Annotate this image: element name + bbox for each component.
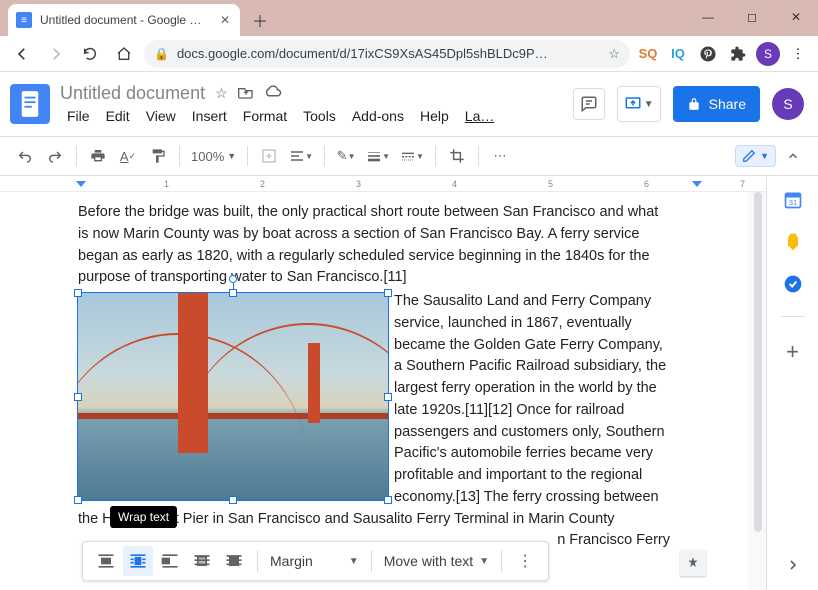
- profile-avatar-icon[interactable]: S: [756, 42, 780, 66]
- zoom-dropdown[interactable]: 100%▼: [188, 143, 239, 169]
- resize-handle-tm[interactable]: [229, 289, 237, 297]
- inline-text-button[interactable]: [91, 546, 121, 576]
- more-tools-button[interactable]: ⋯: [487, 143, 513, 169]
- document-page[interactable]: Before the bridge was built, the only pr…: [0, 192, 748, 590]
- move-doc-icon[interactable]: [238, 85, 254, 102]
- resize-handle-bm[interactable]: [229, 496, 237, 504]
- menu-help[interactable]: Help: [413, 106, 456, 126]
- window-titlebar: ≡ Untitled document - Google Docs ✕ ＋ — …: [0, 0, 818, 36]
- print-button[interactable]: [85, 143, 111, 169]
- url-text: docs.google.com/document/d/17ixCS9XsAS45…: [177, 46, 548, 61]
- share-label: Share: [709, 96, 746, 112]
- share-button[interactable]: Share: [673, 86, 760, 122]
- resize-handle-ml[interactable]: [74, 393, 82, 401]
- collapse-sidepanel-button[interactable]: [785, 557, 801, 578]
- image-options-bar: Margin▼ Move with text▼ ⋮: [82, 541, 549, 581]
- scroll-thumb[interactable]: [754, 192, 762, 532]
- close-tab-icon[interactable]: ✕: [218, 13, 232, 27]
- tab-title: Untitled document - Google Docs: [40, 13, 210, 27]
- inline-image[interactable]: [78, 293, 388, 500]
- docs-logo-icon[interactable]: [10, 84, 50, 124]
- indent-marker-right-icon[interactable]: [692, 181, 702, 187]
- docs-favicon-icon: ≡: [16, 12, 32, 28]
- close-window-button[interactable]: ✕: [774, 0, 818, 34]
- menu-edit[interactable]: Edit: [99, 106, 137, 126]
- extension-iq-icon[interactable]: IQ: [666, 42, 690, 66]
- indent-marker-left-icon[interactable]: [76, 181, 86, 187]
- explore-button[interactable]: [680, 550, 706, 576]
- lock-icon: [687, 97, 701, 111]
- lock-icon: 🔒: [154, 47, 169, 61]
- undo-button[interactable]: [12, 143, 38, 169]
- svg-text:31: 31: [788, 198, 796, 207]
- menu-file[interactable]: File: [60, 106, 97, 126]
- crop-button[interactable]: [444, 143, 470, 169]
- cloud-status-icon[interactable]: [264, 85, 282, 102]
- move-with-text-dropdown[interactable]: Move with text▼: [380, 553, 493, 569]
- side-panel: 31 +: [766, 176, 818, 590]
- menu-insert[interactable]: Insert: [185, 106, 234, 126]
- editing-mode-button[interactable]: ▼: [735, 145, 776, 167]
- add-addon-button[interactable]: +: [786, 339, 799, 365]
- extension-sq-icon[interactable]: SQ: [636, 42, 660, 66]
- behind-text-button[interactable]: [187, 546, 217, 576]
- spellcheck-button[interactable]: A✓: [115, 143, 141, 169]
- comments-button[interactable]: [573, 88, 605, 120]
- back-button[interactable]: [8, 40, 36, 68]
- line-dash-button[interactable]: ▼: [397, 143, 427, 169]
- minimize-button[interactable]: —: [686, 0, 730, 34]
- tasks-icon[interactable]: [783, 274, 803, 294]
- reload-button[interactable]: [76, 40, 104, 68]
- image-options-menu-button[interactable]: ⋮: [510, 546, 540, 576]
- menu-format[interactable]: Format: [236, 106, 294, 126]
- docs-toolbar: A✓ 100%▼ ▼ ✎▼ ▼ ▼ ⋯ ▼: [0, 136, 818, 176]
- horizontal-ruler[interactable]: 1 2 3 4 5 6 7: [0, 176, 766, 192]
- extension-pinterest-icon[interactable]: [696, 42, 720, 66]
- resize-handle-tl[interactable]: [74, 289, 82, 297]
- star-doc-icon[interactable]: ☆: [215, 85, 228, 102]
- new-tab-button[interactable]: ＋: [246, 6, 274, 34]
- paragraph-1[interactable]: Before the bridge was built, the only pr…: [78, 202, 670, 289]
- menu-view[interactable]: View: [139, 106, 183, 126]
- calendar-icon[interactable]: 31: [783, 190, 803, 210]
- maximize-button[interactable]: ◻: [730, 0, 774, 34]
- margin-dropdown[interactable]: Margin▼: [266, 553, 363, 569]
- menu-tools[interactable]: Tools: [296, 106, 343, 126]
- resize-handle-bl[interactable]: [74, 496, 82, 504]
- star-icon[interactable]: ☆: [608, 46, 620, 62]
- present-button[interactable]: ▼: [617, 86, 661, 122]
- extensions-icon[interactable]: [726, 42, 750, 66]
- align-button[interactable]: ▼: [286, 143, 316, 169]
- redo-button[interactable]: [42, 143, 68, 169]
- line-weight-button[interactable]: ▼: [363, 143, 393, 169]
- document-title[interactable]: Untitled document: [60, 83, 205, 104]
- line-color-button[interactable]: ✎▼: [333, 143, 359, 169]
- forward-button[interactable]: [42, 40, 70, 68]
- menu-bar: File Edit View Insert Format Tools Add-o…: [60, 106, 563, 126]
- wrap-text-button[interactable]: [123, 546, 153, 576]
- break-text-button[interactable]: [155, 546, 185, 576]
- wrap-text-tooltip: Wrap text: [110, 506, 177, 528]
- browser-tab[interactable]: ≡ Untitled document - Google Docs ✕: [8, 4, 240, 36]
- insert-image-button[interactable]: [256, 143, 282, 169]
- resize-handle-mr[interactable]: [384, 393, 392, 401]
- front-text-button[interactable]: [219, 546, 249, 576]
- menu-addons[interactable]: Add-ons: [345, 106, 411, 126]
- keep-icon[interactable]: [783, 232, 803, 252]
- home-button[interactable]: [110, 40, 138, 68]
- docs-header: Untitled document ☆ File Edit View Inser…: [0, 72, 818, 136]
- collapse-header-button[interactable]: [780, 143, 806, 169]
- image-content: [78, 293, 388, 500]
- vertical-scrollbar[interactable]: [752, 192, 764, 586]
- browser-address-bar: 🔒 docs.google.com/document/d/17ixCS9XsAS…: [0, 36, 818, 72]
- resize-handle-br[interactable]: [384, 496, 392, 504]
- account-avatar[interactable]: S: [772, 88, 804, 120]
- rotate-handle[interactable]: [229, 275, 237, 283]
- browser-menu-icon[interactable]: ⋮: [786, 42, 810, 66]
- url-box[interactable]: 🔒 docs.google.com/document/d/17ixCS9XsAS…: [144, 40, 630, 68]
- paint-format-button[interactable]: [145, 143, 171, 169]
- resize-handle-tr[interactable]: [384, 289, 392, 297]
- menu-last-edit[interactable]: La…: [458, 106, 502, 126]
